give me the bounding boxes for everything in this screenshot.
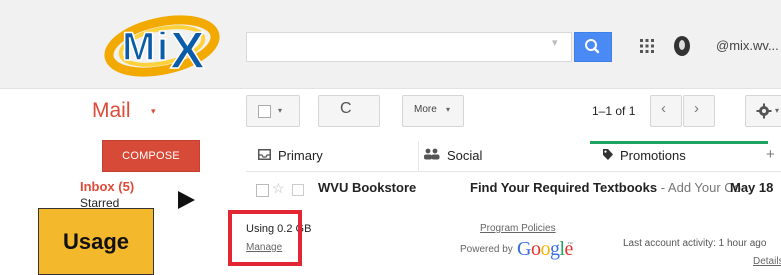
- google-logo: Google: [517, 238, 573, 260]
- select-options-caret[interactable]: ▾: [278, 106, 282, 115]
- search-input[interactable]: [246, 32, 572, 62]
- select-all-checkbox[interactable]: [258, 105, 271, 118]
- row-checkbox[interactable]: [256, 184, 269, 197]
- star-icon[interactable]: ☆: [272, 180, 285, 197]
- pagination-count: 1–1 of 1: [592, 104, 636, 118]
- refresh-icon: C: [340, 100, 352, 117]
- add-tab-button[interactable]: +: [766, 146, 775, 163]
- compose-button[interactable]: COMPOSE: [102, 140, 200, 172]
- svg-text:M: M: [122, 25, 155, 69]
- svg-text:i: i: [157, 25, 168, 69]
- search-icon: [585, 39, 600, 54]
- gear-icon: [756, 103, 772, 119]
- mail-menu-caret[interactable]: ▾: [151, 106, 156, 117]
- tag-icon: [603, 149, 613, 160]
- mix-logo[interactable]: M i X: [100, 10, 225, 80]
- tab-primary[interactable]: Primary: [246, 141, 418, 171]
- apps-grid-icon[interactable]: [638, 37, 656, 55]
- tab-social[interactable]: Social: [418, 141, 590, 171]
- email-sender: WVU Bookstore: [318, 180, 417, 195]
- tab-social-label: Social: [447, 148, 483, 163]
- arrow-right-icon: [178, 191, 195, 209]
- last-activity-text: Last account activity: 1 hour ago: [623, 238, 767, 249]
- select-all-button[interactable]: [246, 95, 300, 127]
- google-trademark: ™: [567, 242, 573, 248]
- usage-callout-label: Usage: [38, 208, 154, 275]
- settings-caret: ▾: [775, 106, 780, 115]
- search-button[interactable]: [574, 32, 612, 62]
- tab-promotions-label: Promotions: [620, 148, 686, 163]
- chevron-right-icon: ›: [694, 100, 699, 117]
- prev-page-button[interactable]: [650, 95, 682, 127]
- usage-highlight-box: [228, 210, 302, 266]
- email-date: May 18: [730, 180, 774, 195]
- inbox-icon: [258, 149, 271, 160]
- people-icon: [424, 148, 440, 160]
- email-snippet: - Add Your Co: [657, 180, 741, 195]
- more-caret: ▾: [446, 105, 451, 114]
- powered-by-text: Powered by: [460, 244, 513, 255]
- activity-details-link[interactable]: Details: [753, 256, 781, 267]
- tab-primary-label: Primary: [278, 148, 323, 163]
- svg-text:X: X: [170, 22, 205, 80]
- account-email[interactable]: @mix.wv...: [716, 38, 779, 53]
- program-policies-link[interactable]: Program Policies: [480, 223, 556, 234]
- next-page-button[interactable]: [683, 95, 715, 127]
- more-button-label: More: [414, 104, 437, 115]
- email-subject-line: Find Your Required Textbooks - Add Your …: [470, 180, 741, 195]
- notifications-icon[interactable]: [672, 35, 692, 57]
- important-marker-icon[interactable]: [292, 184, 304, 196]
- email-subject: Find Your Required Textbooks: [470, 180, 658, 195]
- chevron-left-icon: ‹: [661, 100, 666, 117]
- mail-menu-label[interactable]: Mail: [92, 99, 131, 123]
- tab-promotions[interactable]: Promotions: [590, 141, 768, 171]
- sidebar-item-inbox[interactable]: Inbox (5): [80, 179, 134, 194]
- search-options-caret[interactable]: ▾: [552, 36, 558, 49]
